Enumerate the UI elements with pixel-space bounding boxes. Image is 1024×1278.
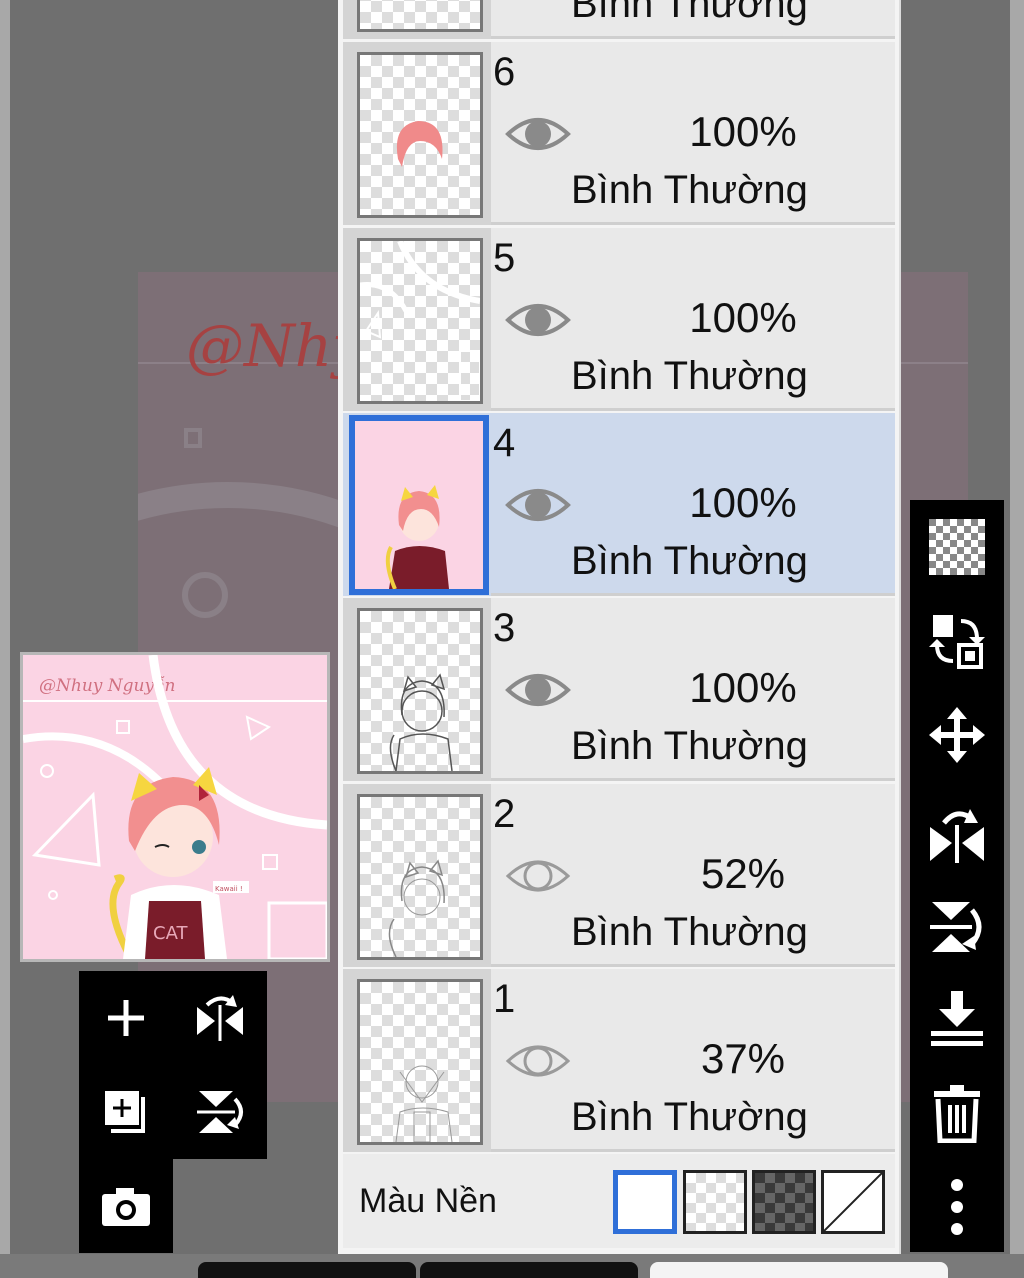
layer-blend-mode[interactable]: Bình Thường: [571, 1095, 808, 1140]
layer-thumb-wrap: [343, 228, 491, 411]
layer-opacity[interactable]: 100%: [643, 664, 843, 712]
layer-row-3[interactable]: 3 100% Bình Thường: [343, 598, 895, 781]
layer-thumbnail: [357, 794, 483, 960]
eye-visible-icon[interactable]: [505, 481, 571, 529]
canvas-square-shape: [184, 428, 202, 448]
layer-thumb-wrap: [343, 969, 491, 1152]
canvas-preview[interactable]: @Nhuy Nguyễn CAT Kawaii !: [20, 652, 330, 962]
layer-blend-mode[interactable]: Bình Thường: [571, 539, 808, 584]
flip-vertical-icon: [197, 1091, 243, 1133]
thumb-hair-art: [396, 121, 443, 167]
more-options-button[interactable]: [910, 1160, 1004, 1254]
move-icon: [929, 707, 985, 763]
layer-thumbnail: [357, 608, 483, 774]
bg-swatch-transparent[interactable]: [683, 1170, 747, 1234]
layer-opacity[interactable]: 100%: [643, 294, 843, 342]
layer-thumbnail: [357, 52, 483, 218]
add-layer-icon: [108, 1000, 144, 1036]
transparency-icon: [929, 519, 985, 575]
layer-thumb-wrap: [343, 0, 491, 39]
layer-blend-mode[interactable]: Bình Thường: [571, 910, 808, 955]
flip-vertical-button[interactable]: [910, 880, 1004, 974]
delete-layer-button[interactable]: [910, 1066, 1004, 1160]
layer-row-2[interactable]: 2 52% Bình Thường: [343, 784, 895, 967]
layer-number: 6: [493, 50, 516, 94]
layer-thumb-wrap: [343, 413, 491, 596]
layer-thumb-wrap: [343, 784, 491, 967]
swap-layer-icon: [929, 615, 985, 669]
background-color-row: Màu Nền: [343, 1154, 895, 1248]
bg-swatch-white[interactable]: [613, 1170, 677, 1234]
no-color-slash-icon: [823, 1172, 883, 1232]
layer-thumb-wrap: [343, 598, 491, 781]
layer-thumbnail: [357, 979, 483, 1145]
thumb-sketch-art: [388, 859, 445, 957]
preview-tag-text: Kawaii !: [215, 885, 243, 893]
layer-opacity[interactable]: 37%: [643, 1035, 843, 1083]
left-frame: [0, 0, 10, 1278]
layer-panel: Bình Thường 6 100% Bình Thường 5 100% Bì…: [338, 0, 901, 1254]
more-icon: [951, 1179, 963, 1235]
flip-horizontal-button[interactable]: [910, 788, 1004, 882]
preview-shirt-text: CAT: [153, 923, 188, 944]
flip-vertical-mini-button[interactable]: [173, 1065, 267, 1159]
bg-swatch-none[interactable]: [821, 1170, 885, 1234]
right-frame: [1010, 0, 1024, 1278]
camera-button[interactable]: [79, 1159, 173, 1253]
layer-blend-mode[interactable]: Bình Thường: [571, 354, 808, 399]
layer-thumbnail: [357, 0, 483, 32]
layer-thumbnail: [357, 238, 483, 404]
layer-row-4[interactable]: 4 100% Bình Thường: [343, 413, 895, 596]
swap-layer-button[interactable]: [910, 594, 1004, 688]
layer-opacity[interactable]: 100%: [643, 108, 843, 156]
thumb-rough-art: [395, 1065, 453, 1142]
layer-number: 1: [493, 977, 516, 1021]
merge-down-icon: [931, 991, 983, 1046]
eye-hidden-icon[interactable]: [505, 1037, 571, 1085]
layer-number: 2: [493, 792, 516, 836]
layer-blend-mode[interactable]: Bình Thường: [571, 724, 808, 769]
bottom-tab-stub[interactable]: [198, 1262, 416, 1278]
background-color-label: Màu Nền: [359, 1182, 497, 1220]
bg-swatch-dark-checker[interactable]: [752, 1170, 816, 1234]
layer-row-5[interactable]: 5 100% Bình Thường: [343, 228, 895, 411]
move-button[interactable]: [910, 688, 1004, 782]
eye-visible-icon[interactable]: [505, 110, 571, 158]
add-copy-icon: [105, 1091, 145, 1133]
bottom-tab-stub[interactable]: [420, 1262, 638, 1278]
layer-number: 5: [493, 236, 516, 280]
flip-vertical-icon: [930, 902, 982, 952]
trash-icon: [934, 1085, 980, 1143]
layer-row-partial[interactable]: Bình Thường: [343, 0, 895, 39]
flip-horizontal-icon: [930, 809, 984, 863]
thumb-lineart-art: [389, 673, 453, 771]
camera-icon: [102, 1188, 150, 1226]
layer-row-1[interactable]: 1 37% Bình Thường: [343, 969, 895, 1152]
merge-down-button[interactable]: [910, 972, 1004, 1066]
bottom-tab-stub[interactable]: [650, 1262, 948, 1278]
layer-blend-mode[interactable]: Bình Thường: [571, 0, 808, 27]
layer-number: 3: [493, 606, 516, 650]
flip-horizontal-icon: [197, 995, 243, 1041]
transparency-button[interactable]: [910, 500, 1004, 594]
layer-number: 4: [493, 421, 516, 465]
add-layer-button[interactable]: [79, 971, 173, 1065]
flip-horizontal-mini-button[interactable]: [173, 971, 267, 1065]
preview-artwork: @Nhuy Nguyễn CAT Kawaii !: [23, 655, 327, 959]
canvas-ring-shape: [182, 572, 228, 618]
add-copy-layer-button[interactable]: [79, 1065, 173, 1159]
layer-blend-mode[interactable]: Bình Thường: [571, 168, 808, 213]
layer-thumb-wrap: [343, 42, 491, 225]
layer-opacity[interactable]: 100%: [643, 479, 843, 527]
thumb-white-lines-art: [360, 241, 480, 401]
layer-row-6[interactable]: 6 100% Bình Thường: [343, 42, 895, 225]
eye-visible-icon[interactable]: [505, 666, 571, 714]
eye-visible-icon[interactable]: [505, 296, 571, 344]
right-toolbar: [910, 500, 1004, 1252]
layer-thumbnail: [349, 415, 489, 595]
thumb-full-art: [355, 421, 483, 589]
eye-hidden-icon[interactable]: [505, 852, 571, 900]
layer-opacity[interactable]: 52%: [643, 850, 843, 898]
